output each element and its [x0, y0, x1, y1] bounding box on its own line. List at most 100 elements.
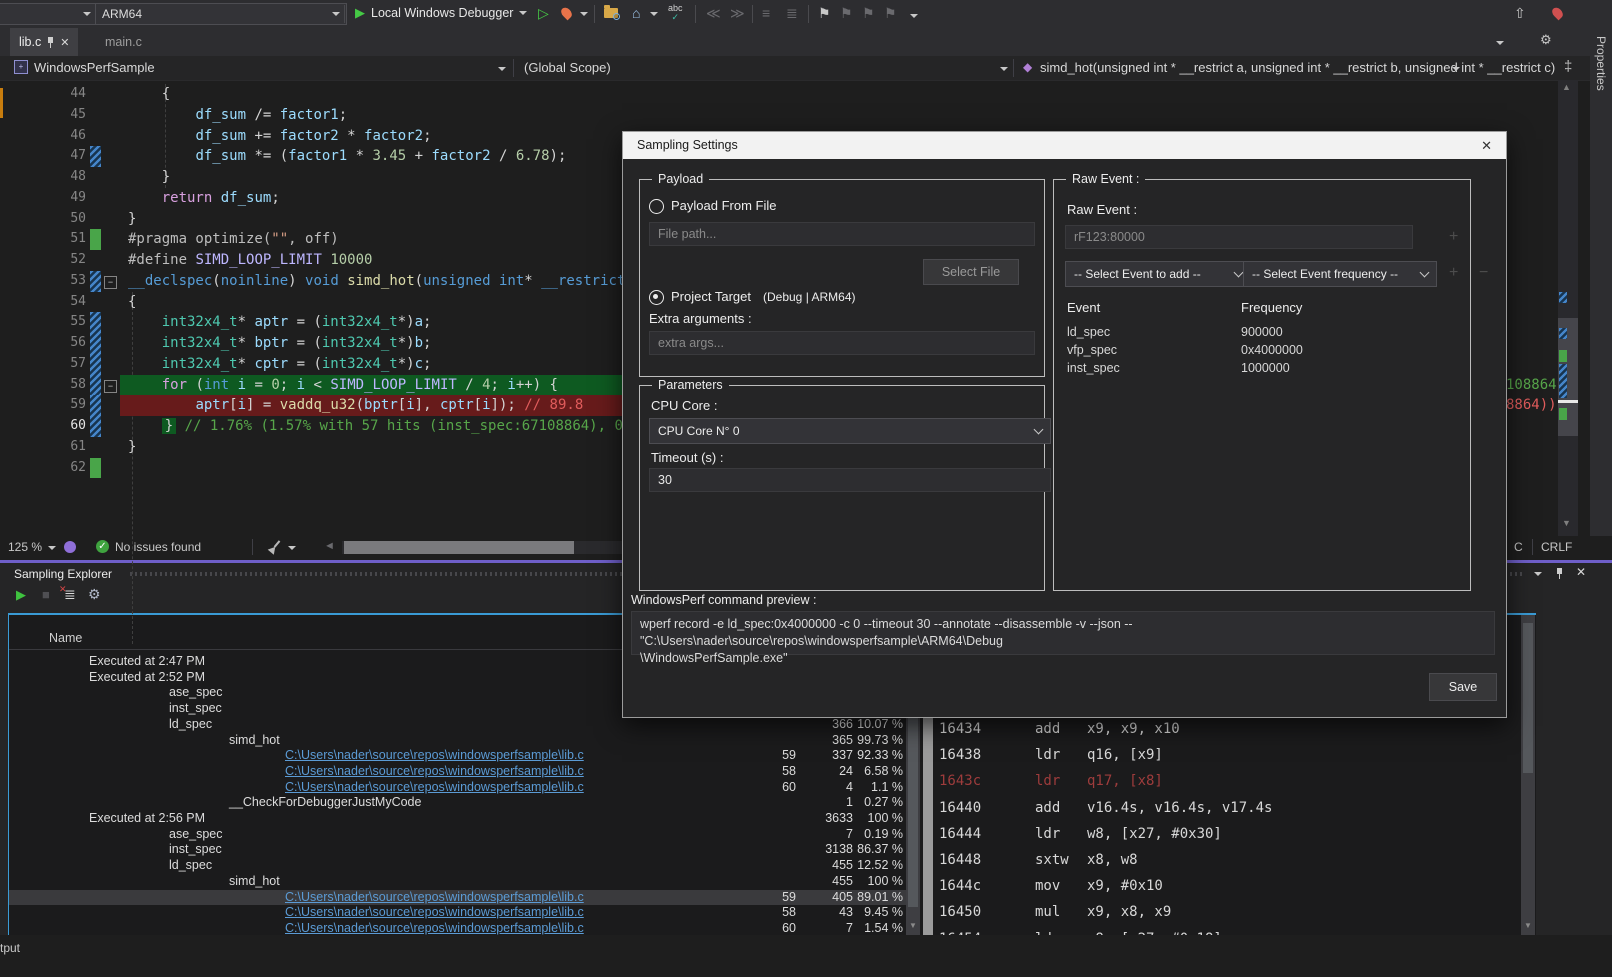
- stop-sampling-icon[interactable]: ■: [42, 587, 50, 602]
- next-bookmark-icon[interactable]: ⚑: [862, 4, 875, 22]
- scrollbar-thumb[interactable]: [344, 541, 574, 554]
- extra-arguments-input[interactable]: extra args...: [649, 331, 1035, 355]
- editor-line[interactable]: #pragma optimize("", off): [120, 229, 339, 250]
- editor-line[interactable]: df_sum *= (factor1 * 3.45 + factor2 / 6.…: [120, 146, 566, 167]
- event-select-dropdown[interactable]: -- Select Event to add --: [1065, 261, 1251, 287]
- editor-line[interactable]: __declspec(noinline) void simd_hot(unsig…: [120, 271, 625, 292]
- project-target-label[interactable]: Project Target: [671, 289, 751, 304]
- editor-line[interactable]: [120, 458, 128, 479]
- event-frequency-dropdown[interactable]: -- Select Event frequency --: [1243, 261, 1437, 287]
- toolbar-overflow-icon[interactable]: [910, 14, 918, 18]
- editor-line[interactable]: } // 1.76% (1.57% with 57 hits (inst_spe…: [120, 416, 690, 437]
- editor-line[interactable]: #define SIMD_LOOP_LIMIT 10000: [120, 250, 372, 271]
- save-button[interactable]: Save: [1429, 673, 1497, 701]
- disassembly-scrollbar[interactable]: ▼: [1521, 615, 1535, 937]
- navigate-forward-icon[interactable]: ≫: [730, 4, 745, 22]
- editor-vertical-scrollbar[interactable]: ▲ ▼: [1558, 80, 1578, 536]
- code-token: *: [238, 314, 255, 330]
- feedback-flame-icon[interactable]: [1550, 6, 1565, 21]
- editor-line[interactable]: }: [120, 209, 136, 230]
- editor-line[interactable]: int32x4_t* cptr = (int32x4_t*)c;: [120, 354, 431, 375]
- editor-line[interactable]: int32x4_t* aptr = (int32x4_t*)a;: [120, 312, 431, 333]
- scroll-down-icon[interactable]: ▼: [1524, 921, 1532, 930]
- platform-dropdown[interactable]: ARM64: [95, 3, 347, 25]
- code-token: [128, 128, 195, 144]
- navigate-home-icon[interactable]: ⌂: [632, 4, 640, 22]
- code-cleanup-icon[interactable]: [268, 540, 282, 554]
- tab-properties[interactable]: Properties: [1594, 36, 1608, 91]
- navigate-chevron-icon[interactable]: [650, 12, 658, 16]
- close-icon[interactable]: ✕: [60, 36, 69, 49]
- command-preview-box[interactable]: wperf record -e ld_spec:0x4000000 -c 0 -…: [631, 611, 1495, 655]
- payload-from-file-label[interactable]: Payload From File: [671, 198, 776, 213]
- start-without-debugging-icon[interactable]: ▷: [538, 4, 549, 22]
- pin-icon[interactable]: [1556, 568, 1563, 579]
- zoom-chevron-icon[interactable]: [48, 546, 56, 550]
- project-chevron-icon[interactable]: [498, 67, 506, 71]
- output-window-title[interactable]: tput: [0, 941, 20, 955]
- line-ending-status[interactable]: CRLF: [1541, 540, 1572, 554]
- editor-line[interactable]: df_sum += factor2 * factor2;: [120, 126, 432, 147]
- scope-dropdown[interactable]: (Global Scope): [524, 60, 611, 75]
- scroll-down-icon[interactable]: ▼: [1562, 518, 1571, 528]
- function-dropdown[interactable]: simd_hot(unsigned int * __restrict a, un…: [1040, 60, 1555, 75]
- run-sampling-icon[interactable]: ▶: [16, 587, 26, 603]
- hot-reload-chevron-icon[interactable]: [580, 12, 588, 16]
- encoding-status[interactable]: C: [1514, 540, 1523, 554]
- file-path-input[interactable]: File path...: [649, 222, 1035, 246]
- add-event-button[interactable]: +: [1449, 264, 1458, 282]
- navigate-back-icon[interactable]: ≪: [706, 4, 721, 22]
- payload-from-file-radio[interactable]: [649, 199, 664, 214]
- function-chevron-icon[interactable]: [1452, 67, 1460, 71]
- decrease-indent-icon[interactable]: ≡: [762, 4, 770, 22]
- previous-bookmark-icon[interactable]: ⚑: [840, 4, 853, 22]
- close-icon[interactable]: ✕: [1481, 132, 1492, 159]
- cpu-core-dropdown[interactable]: CPU Core N° 0: [649, 418, 1051, 444]
- remove-event-button[interactable]: −: [1479, 264, 1488, 282]
- scroll-left-icon[interactable]: ◄: [324, 540, 335, 552]
- find-in-files-icon[interactable]: [604, 8, 618, 18]
- settings-gear-icon[interactable]: ⚙: [88, 586, 101, 603]
- scope-chevron-icon[interactable]: [1000, 67, 1008, 71]
- window-position-icon[interactable]: [1534, 572, 1542, 576]
- scrollbar-thumb[interactable]: [1523, 623, 1533, 773]
- timeout-input[interactable]: 30: [649, 468, 1051, 492]
- gear-icon[interactable]: ⚙: [1540, 32, 1552, 48]
- clear-list-icon[interactable]: ≣✕: [64, 586, 76, 603]
- dialog-title-bar[interactable]: Sampling Settings ✕: [623, 132, 1506, 159]
- cleanup-chevron-icon[interactable]: [288, 546, 296, 550]
- editor-line[interactable]: {: [120, 292, 136, 313]
- tab-list-chevron-icon[interactable]: [1496, 41, 1504, 45]
- issues-status[interactable]: No issues found: [115, 540, 201, 554]
- project-target-radio[interactable]: [649, 290, 664, 305]
- editor-line[interactable]: df_sum /= factor1;: [120, 105, 347, 126]
- zoom-level-dropdown[interactable]: 125 %: [8, 540, 42, 554]
- code-token: [128, 190, 162, 206]
- project-dropdown[interactable]: WindowsPerfSample: [34, 60, 155, 75]
- editor-line[interactable]: {: [120, 84, 170, 105]
- editor-line[interactable]: return df_sum;: [120, 188, 280, 209]
- share-icon[interactable]: ⇧: [1514, 4, 1526, 22]
- feedback-icon[interactable]: [64, 541, 76, 553]
- spell-check-icon[interactable]: abc ✓: [668, 4, 683, 21]
- editor-line[interactable]: }: [120, 437, 136, 458]
- editor-line[interactable]: }: [120, 167, 170, 188]
- hot-reload-icon[interactable]: [559, 6, 574, 21]
- tab-lib-c[interactable]: lib.c ✕: [10, 28, 78, 56]
- bookmark-icon[interactable]: ⚑: [818, 4, 831, 22]
- clear-bookmarks-icon[interactable]: ⚑: [884, 4, 897, 22]
- raw-event-input[interactable]: rF123:80000: [1065, 225, 1413, 249]
- collapse-icon[interactable]: −: [104, 276, 117, 289]
- pin-icon[interactable]: [47, 37, 54, 48]
- scroll-up-icon[interactable]: ▲: [1562, 82, 1571, 92]
- increase-indent-icon[interactable]: ≣: [786, 4, 798, 22]
- editor-line[interactable]: int32x4_t* bptr = (int32x4_t*)b;: [120, 333, 431, 354]
- solution-config-dropdown[interactable]: g: [0, 3, 98, 25]
- collapse-icon[interactable]: −: [104, 380, 117, 393]
- add-raw-event-button[interactable]: +: [1449, 228, 1458, 246]
- tab-main-c[interactable]: main.c: [96, 28, 151, 56]
- split-window-icon[interactable]: ‡: [1564, 58, 1572, 75]
- start-debugging-button[interactable]: ▶ Local Windows Debugger: [355, 5, 527, 21]
- select-file-button[interactable]: Select File: [923, 259, 1019, 285]
- close-icon[interactable]: ✕: [1576, 565, 1586, 579]
